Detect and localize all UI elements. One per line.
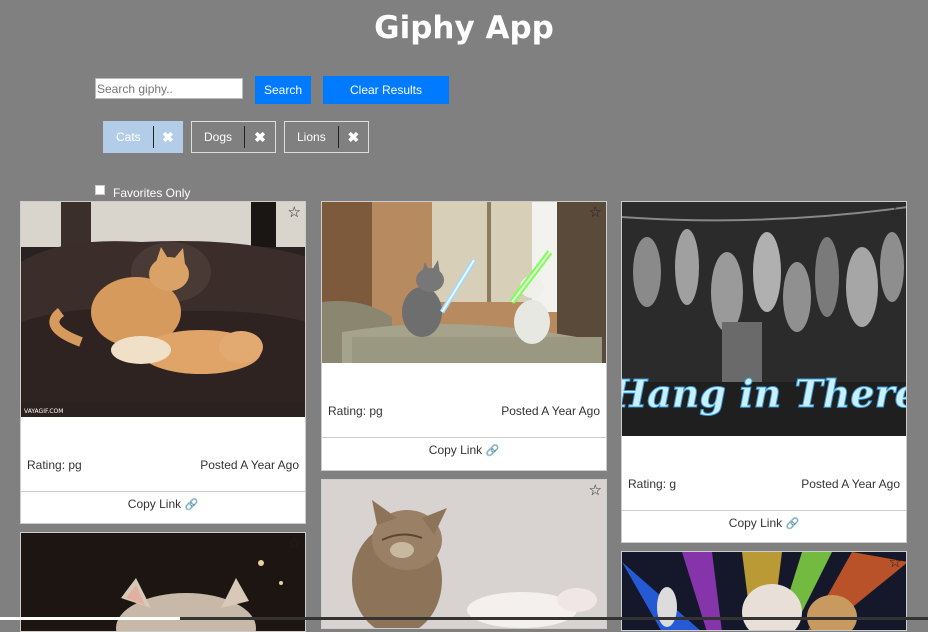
- gif-card: Hang in There ☆ Rating: g Posted A Year …: [621, 201, 907, 543]
- tag-label: Lions: [297, 130, 326, 144]
- favorite-star-icon[interactable]: ☆: [589, 205, 602, 220]
- copy-link-button[interactable]: Copy Link 🔗: [322, 437, 606, 470]
- card-meta: Rating: g Posted A Year Ago: [622, 477, 906, 491]
- favorite-star-icon[interactable]: ☆: [889, 205, 902, 220]
- app-title: Giphy App: [374, 10, 554, 46]
- tag-cats[interactable]: Cats ✖: [103, 121, 183, 153]
- link-icon: 🔗: [785, 518, 800, 530]
- gif-image[interactable]: ☆: [322, 202, 606, 363]
- rating-text: Rating: pg: [328, 404, 383, 418]
- gif-caption: Hang in There: [622, 371, 906, 416]
- favorite-star-icon[interactable]: ☆: [288, 536, 301, 551]
- watermark: VAYAGIF.COM: [24, 408, 63, 415]
- tag-label: Cats: [116, 130, 141, 144]
- favorites-only-filter[interactable]: Favorites Only: [95, 184, 190, 200]
- copy-link-label: Copy Link: [728, 516, 783, 530]
- rating-text: Rating: g: [628, 477, 677, 491]
- gif-card: VAYAGIF.COM ☆ Rating: pg Posted A Year A…: [20, 201, 306, 524]
- close-icon[interactable]: ✖: [154, 129, 182, 146]
- favorites-label: Favorites Only: [113, 186, 191, 200]
- copy-link-button[interactable]: Copy Link 🔗: [622, 510, 906, 542]
- card-meta: Rating: pg Posted A Year Ago: [21, 458, 305, 472]
- favorite-star-icon[interactable]: ☆: [288, 205, 301, 220]
- gif-card: ☆ Rating: pg Posted A Year Ago Copy Link…: [321, 201, 607, 471]
- link-icon: 🔗: [184, 499, 199, 511]
- tag-label: Dogs: [204, 130, 233, 144]
- copy-link-button[interactable]: Copy Link 🔗: [21, 491, 305, 523]
- favorite-star-icon[interactable]: ☆: [889, 555, 902, 570]
- search-input[interactable]: [95, 78, 243, 99]
- favorite-star-icon[interactable]: ☆: [589, 483, 602, 498]
- posted-text: Posted A Year Ago: [801, 477, 900, 491]
- card-meta: Rating: pg Posted A Year Ago: [322, 404, 606, 418]
- copy-link-label: Copy Link: [428, 443, 483, 457]
- favorites-checkbox[interactable]: [95, 185, 105, 195]
- close-icon[interactable]: ✖: [339, 129, 368, 146]
- close-icon[interactable]: ✖: [245, 129, 275, 146]
- posted-text: Posted A Year Ago: [501, 404, 600, 418]
- link-icon: 🔗: [485, 445, 500, 457]
- tag-lions[interactable]: Lions ✖: [284, 121, 369, 153]
- clear-results-button[interactable]: Clear Results: [323, 76, 449, 104]
- gif-image[interactable]: ☆: [322, 480, 606, 628]
- search-button[interactable]: Search: [255, 76, 311, 104]
- tag-dogs[interactable]: Dogs ✖: [191, 121, 276, 153]
- rating-text: Rating: pg: [27, 458, 82, 472]
- gif-card: ☆: [321, 479, 607, 629]
- copy-link-label: Copy Link: [127, 497, 182, 511]
- gif-image[interactable]: VAYAGIF.COM ☆: [21, 202, 305, 417]
- gif-image[interactable]: Hang in There ☆: [622, 202, 906, 436]
- posted-text: Posted A Year Ago: [200, 458, 299, 472]
